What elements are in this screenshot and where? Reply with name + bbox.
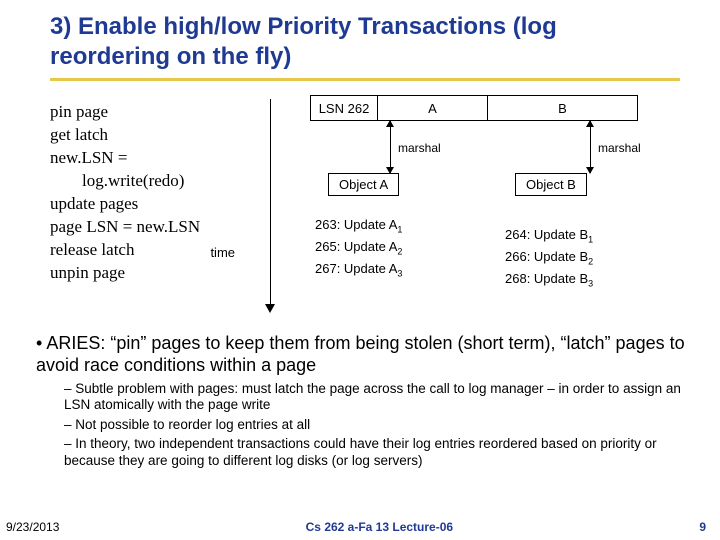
pseudocode: pin page get latch new.LSN = log.write(r… [50, 101, 200, 285]
bullet-sub: Subtle problem with pages: must latch th… [64, 381, 690, 414]
diagram: pin page get latch new.LSN = log.write(r… [50, 95, 680, 325]
lsn-cell-a: A [378, 95, 488, 121]
lsn-cell: LSN 262 [310, 95, 378, 121]
body-bullets: ARIES: “pin” pages to keep them from bei… [36, 333, 690, 469]
code-line: log.write(redo) [50, 170, 200, 193]
bullet-sub: In theory, two independent transactions … [64, 436, 690, 469]
code-line: get latch [50, 124, 200, 147]
update-entry: 265: Update A2 [315, 237, 402, 259]
time-axis-arrow [265, 99, 275, 313]
code-line: update pages [50, 193, 200, 216]
update-entry: 263: Update A1 [315, 215, 402, 237]
marshal-arrow-a [390, 121, 391, 173]
object-b-box: Object B [515, 173, 587, 196]
code-line: page LSN = new.LSN [50, 216, 200, 239]
code-line: release latch [50, 239, 200, 262]
update-entry: 264: Update B1 [505, 225, 593, 247]
bullet-main: ARIES: “pin” pages to keep them from bei… [36, 333, 690, 469]
updates-list-a: 263: Update A1 265: Update A2 267: Updat… [315, 215, 402, 281]
footer-course: Cs 262 a-Fa 13 Lecture-06 [306, 520, 453, 534]
update-entry: 267: Update A3 [315, 259, 402, 281]
title-underline [50, 78, 680, 81]
bullet-sub: Not possible to reorder log entries at a… [64, 417, 690, 433]
footer-page-number: 9 [699, 520, 706, 534]
updates-list-b: 264: Update B1 266: Update B2 268: Updat… [505, 225, 593, 291]
time-axis-label: time [210, 245, 235, 260]
slide-footer: 9/23/2013 Cs 262 a-Fa 13 Lecture-06 9 [0, 520, 720, 534]
object-a-box: Object A [328, 173, 399, 196]
code-line: unpin page [50, 262, 200, 285]
marshal-label-a: marshal [398, 141, 441, 155]
marshal-arrow-b [590, 121, 591, 173]
update-entry: 266: Update B2 [505, 247, 593, 269]
log-record-row: LSN 262 A B [310, 95, 638, 121]
footer-date: 9/23/2013 [6, 520, 59, 534]
code-line: pin page [50, 101, 200, 124]
marshal-label-b: marshal [598, 141, 641, 155]
lsn-cell-b: B [488, 95, 638, 121]
slide-title: 3) Enable high/low Priority Transactions… [0, 0, 720, 76]
code-line: new.LSN = [50, 147, 200, 170]
update-entry: 268: Update B3 [505, 269, 593, 291]
